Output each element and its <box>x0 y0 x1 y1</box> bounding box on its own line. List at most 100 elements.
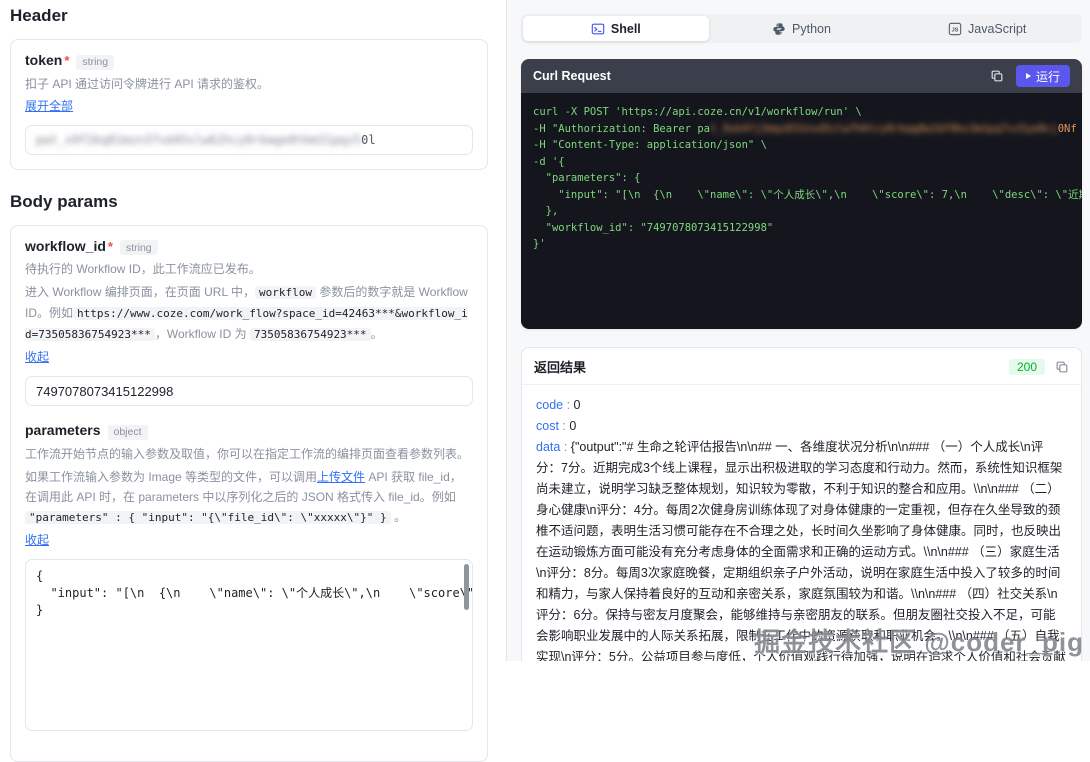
response-row-data: data : {"output":"# 生命之轮评估报告\n\n## 一、各维度… <box>536 437 1067 661</box>
run-button[interactable]: 运行 <box>1015 65 1070 87</box>
tab-label: Shell <box>610 21 641 36</box>
response-value: 0 <box>573 398 581 412</box>
workflow-id-guide: 进入 Workflow 编排页面，在页面 URL 中， workflow 参数后的… <box>25 282 473 345</box>
curl-panel-actions: 运行 <box>990 65 1070 87</box>
run-button-label: 运行 <box>1035 69 1060 84</box>
curl-code-line: -H "Authorization: Bearer pat_9xk4fj2mqz… <box>533 121 1077 138</box>
curl-code-line: "workflow_id": "7497078073415122998" <box>533 220 1070 237</box>
guide-text: 。 <box>390 509 406 524</box>
token-description: 扣子 API 通过访问令牌进行 API 请求的鉴权。 <box>25 76 270 91</box>
body-params-card: workflow_id * string 待执行的 Workflow ID，此工作… <box>10 224 488 762</box>
parameters-description-line2: 如果工作流输入参数为 Image 等类型的文件，可以调用上传文件 API 获取 … <box>25 467 473 528</box>
curl-request-panel: Curl Request 运行 curl -X POST 'https://ap… <box>521 59 1082 329</box>
expand-all-link[interactable]: 展开全部 <box>25 99 73 113</box>
response-panel: 返回结果 200 code : 0 cost : 0 data : {"outp… <box>521 347 1082 661</box>
token-card: token * string 扣子 API 通过访问令牌进行 API 请求的鉴权。… <box>10 39 488 170</box>
token-field-head: token * string <box>25 52 473 70</box>
response-actions: 200 <box>1008 358 1069 375</box>
copy-icon[interactable] <box>990 69 1004 83</box>
code-text: "parameters": { <box>533 172 641 184</box>
shell-icon <box>591 22 605 36</box>
api-debug-page: Header token * string 扣子 API 通过访问令牌进行 API… <box>0 0 1090 762</box>
curl-panel-title: Curl Request <box>533 69 611 83</box>
curl-code-line: }, <box>533 203 1070 220</box>
curl-code-line: "input": "[\n {\n \"name\": \"个人成长\",\n … <box>533 187 1082 204</box>
parameters-description-line1: 工作流开始节点的输入参数及取值，你可以在指定工作流的编排页面查看参数列表。 <box>25 446 470 461</box>
key-value-separator: : <box>558 419 570 433</box>
copy-icon[interactable] <box>1055 360 1069 374</box>
token-masked-tail: 0l <box>361 132 376 147</box>
code-text: 0Nf <box>1057 122 1077 135</box>
language-tabbar: Shell Python JS JavaScript <box>521 14 1082 43</box>
parameters-field-name: parameters <box>25 422 101 438</box>
workflow-param-inline-code: workflow <box>255 286 317 299</box>
parameters-link-row: 收起 <box>25 531 473 549</box>
token-input[interactable]: pat_x9f2kq81mzn37vd45slw62hcy0rbage8tkm3… <box>25 124 473 155</box>
response-key: data <box>536 440 561 454</box>
code-text: curl -X POST 'https://api.coze.cn/v1/wor… <box>533 106 862 118</box>
workflow-id-field-head: workflow_id * string <box>25 238 473 255</box>
body-params-section-title: Body params <box>10 191 118 211</box>
response-header: 返回结果 200 <box>522 348 1081 385</box>
response-body: code : 0 cost : 0 data : {"output":"# 生命… <box>522 385 1081 661</box>
tab-python[interactable]: Python <box>709 16 895 41</box>
code-text: -H "Authorization: Bearer pa <box>533 122 711 135</box>
response-row-code: code : 0 <box>536 395 1067 416</box>
parameters-editor-content[interactable]: { "input": "[\n {\n \"name\": \"个人成长\",\… <box>26 560 472 627</box>
request-params-panel: Header token * string 扣子 API 通过访问令牌进行 API… <box>0 0 506 762</box>
workflow-id-type-badge: string <box>119 240 158 255</box>
guide-text: 。 <box>370 327 383 341</box>
code-text: -d '{ <box>533 155 565 168</box>
token-type-badge: string <box>76 54 115 70</box>
javascript-icon: JS <box>948 22 962 36</box>
token-field-name: token <box>25 52 63 68</box>
response-data-value: {"output":"# 生命之轮评估报告\n\n## 一、各维度状况分析\n\… <box>536 440 1066 661</box>
required-mark: * <box>64 53 70 68</box>
curl-code-line: "parameters": { <box>533 170 1070 187</box>
parameters-field: parameters object 工作流开始节点的输入参数及取值，你可以在指定… <box>25 422 473 731</box>
curl-code-line: }' <box>533 236 1070 253</box>
curl-code-line: -d '{ <box>533 154 1070 171</box>
tab-label: Python <box>792 21 831 36</box>
tab-javascript[interactable]: JS JavaScript <box>894 16 1080 41</box>
js-glyph: JS <box>952 27 959 33</box>
curl-panel-header: Curl Request 运行 <box>521 59 1082 93</box>
workflow-id-field: workflow_id * string 待执行的 Workflow ID，此工作… <box>25 238 473 406</box>
play-icon <box>1025 73 1031 79</box>
guide-text: ，Workflow ID 为 <box>154 327 250 341</box>
parameters-example-inline-code: "parameters" : { "input": "{\"file_id\":… <box>25 510 391 524</box>
code-text: "workflow_id": "7497078073415122998" <box>533 221 774 234</box>
tab-label: JavaScript <box>968 21 1027 36</box>
response-key: cost <box>536 419 559 433</box>
response-value: 0 <box>569 419 577 433</box>
upload-file-link[interactable]: 上传文件 <box>317 470 365 484</box>
code-text: }, <box>533 205 559 217</box>
parameters-field-head: parameters object <box>25 422 473 440</box>
response-row-cost: cost : 0 <box>536 416 1067 437</box>
workflow-id-input[interactable] <box>25 376 473 406</box>
header-section-title: Header <box>10 6 68 25</box>
parameters-type-badge: object <box>107 424 148 440</box>
key-value-separator: : <box>560 440 571 454</box>
masked-token-text: t_9xk4fj2mqz831nvd5slw7h6tcy0rbag8e2df0k… <box>710 122 1058 135</box>
response-key: code <box>536 398 564 412</box>
required-mark: * <box>107 238 113 254</box>
curl-code: curl -X POST 'https://api.coze.cn/v1/wor… <box>521 93 1082 329</box>
code-text: "input": "[\n {\n \"name\": \"个人成长\",\n … <box>533 188 1082 201</box>
code-text: }' <box>533 238 546 250</box>
workflow-id-description: 待执行的 Workflow ID，此工作流应已发布。 <box>25 262 261 276</box>
tab-shell[interactable]: Shell <box>523 16 709 41</box>
workflow-id-inline-code: 73505836754923*** <box>249 328 371 341</box>
editor-scrollbar[interactable] <box>464 563 469 610</box>
guide-text: 进入 Workflow 编排页面，在页面 URL 中， <box>25 285 256 299</box>
curl-code-line: -H "Content-Type: application/json" \ <box>533 137 1070 154</box>
collapse-link[interactable]: 收起 <box>25 350 49 364</box>
python-icon <box>772 22 786 36</box>
response-title: 返回结果 <box>534 360 587 375</box>
token-masked-value: pat_x9f2kq81mzn37vd45slw62hcy0rbage8tkm3… <box>36 132 362 147</box>
parameters-editor[interactable]: { "input": "[\n {\n \"name\": \"个人成长\",\… <box>25 558 473 731</box>
curl-code-line: curl -X POST 'https://api.coze.cn/v1/wor… <box>533 104 1070 121</box>
guide-text: 如果工作流输入参数为 Image 等类型的文件，可以调用 <box>25 469 318 484</box>
status-badge: 200 <box>1008 358 1045 375</box>
collapse-link[interactable]: 收起 <box>25 533 49 547</box>
